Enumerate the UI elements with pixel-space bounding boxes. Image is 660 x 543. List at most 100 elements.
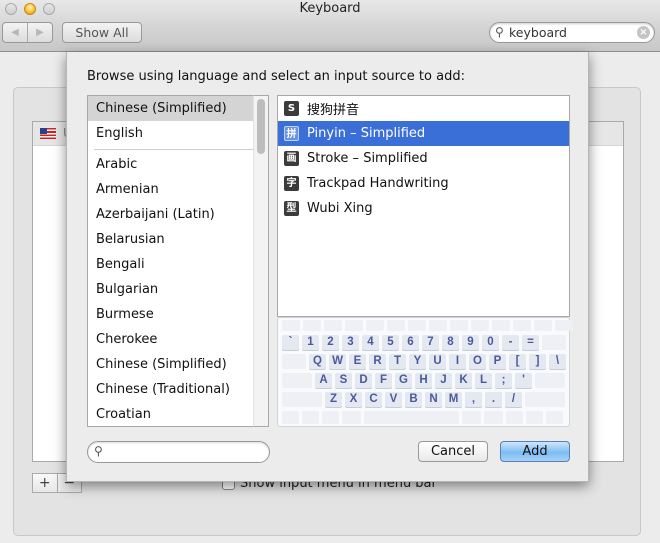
language-item[interactable]: Azerbaijani (Latin) bbox=[88, 202, 268, 227]
preferences-search-value[interactable]: keyboard bbox=[509, 25, 567, 40]
keyboard-key bbox=[282, 392, 322, 407]
keyboard-key: 1 bbox=[302, 335, 319, 350]
keyboard-key: 0 bbox=[482, 335, 499, 350]
keyboard-key: W bbox=[329, 354, 346, 369]
language-item[interactable]: Croatian bbox=[88, 402, 268, 426]
keyboard-key: 5 bbox=[382, 335, 399, 350]
keyboard-key: N bbox=[425, 392, 442, 407]
keyboard-key: 8 bbox=[442, 335, 459, 350]
keyboard-key bbox=[526, 411, 543, 424]
language-item[interactable]: English bbox=[88, 121, 268, 146]
sogou-icon: S bbox=[284, 101, 299, 116]
keyboard-key bbox=[302, 411, 319, 424]
keyboard-key: ' bbox=[515, 373, 532, 388]
back-forward-control: ◀ ▶ bbox=[2, 22, 53, 43]
keyboard-key: A bbox=[315, 373, 332, 388]
keyboard-row: Z X C V B N M,. / bbox=[282, 392, 565, 407]
keyboard-key bbox=[535, 373, 565, 388]
language-item[interactable]: Cherokee bbox=[88, 327, 268, 352]
keyboard-key: ` bbox=[282, 335, 299, 350]
add-input-source-button[interactable]: + bbox=[33, 474, 58, 492]
keyboard-key bbox=[513, 320, 531, 331]
keyboard-key: B bbox=[405, 392, 422, 407]
keyboard-key: 9 bbox=[462, 335, 479, 350]
keyboard-key: U bbox=[429, 354, 446, 369]
keyboard-row: ` 1 2 3 4 5 6 7 8 9 0- = bbox=[282, 335, 566, 350]
cancel-button[interactable]: Cancel bbox=[418, 441, 488, 462]
pinyin-icon: 拼 bbox=[284, 126, 299, 141]
keyboard-key: S bbox=[335, 373, 352, 388]
keyboard-key: I bbox=[449, 354, 466, 369]
keyboard-key bbox=[471, 320, 489, 331]
keyboard-key: P bbox=[489, 354, 506, 369]
input-source-label: 搜狗拼音 bbox=[307, 103, 360, 118]
keyboard-key bbox=[542, 335, 566, 350]
chevron-left-icon[interactable]: ◀ bbox=[3, 23, 28, 42]
input-source-label: Pinyin – Simplified bbox=[307, 126, 426, 141]
keyboard-key: D bbox=[355, 373, 372, 388]
keyboard-key: E bbox=[349, 354, 366, 369]
keyboard-key: T bbox=[389, 354, 406, 369]
keyboard-key bbox=[322, 411, 339, 424]
keyboard-row: A S D F G H J K L; ' bbox=[282, 373, 565, 388]
keyboard-key: \ bbox=[549, 354, 566, 369]
chevron-right-icon[interactable]: ▶ bbox=[28, 23, 52, 42]
keyboard-key: Q bbox=[309, 354, 326, 369]
input-source-label: Trackpad Handwriting bbox=[307, 176, 449, 191]
keyboard-key: 3 bbox=[342, 335, 359, 350]
keyboard-key: 4 bbox=[362, 335, 379, 350]
scrollbar-thumb[interactable] bbox=[257, 99, 265, 154]
keyboard-key bbox=[534, 320, 552, 331]
language-list-scrollbar[interactable] bbox=[253, 95, 269, 427]
input-source-item-selected[interactable]: 拼 Pinyin – Simplified bbox=[278, 121, 569, 146]
handwriting-icon: 字 bbox=[284, 176, 299, 191]
keyboard-key: = bbox=[522, 335, 539, 350]
keyboard-key: [ bbox=[509, 354, 526, 369]
language-item[interactable]: Chinese (Traditional) bbox=[88, 377, 268, 402]
add-button[interactable]: Add bbox=[500, 441, 570, 462]
language-item[interactable]: Bengali bbox=[88, 252, 268, 277]
keyboard-key: 7 bbox=[422, 335, 439, 350]
keyboard-key: G bbox=[395, 373, 412, 388]
show-all-button[interactable]: Show All bbox=[62, 22, 142, 43]
keyboard-layout-preview: ` 1 2 3 4 5 6 7 8 9 0- = Q W E R T Y U I O P[] \ A S D F G H J K L; ' Z X C… bbox=[277, 317, 573, 427]
language-item-selected[interactable]: Chinese (Simplified) bbox=[88, 96, 268, 121]
keyboard-row bbox=[282, 411, 563, 424]
keyboard-key: . bbox=[485, 392, 502, 407]
keyboard-key: 2 bbox=[322, 335, 339, 350]
list-separator bbox=[94, 149, 262, 150]
keyboard-key bbox=[366, 320, 384, 331]
preferences-search-field[interactable]: ⚲ keyboard × bbox=[489, 22, 655, 43]
window-toolbar: Keyboard ◀ ▶ Show All ⚲ keyboard × bbox=[0, 0, 660, 52]
add-input-source-sheet: Browse using language and select an inpu… bbox=[66, 52, 589, 482]
keyboard-key: ; bbox=[495, 373, 512, 388]
language-item[interactable]: Chinese (Simplified) bbox=[88, 352, 268, 377]
input-source-item[interactable]: 画 Stroke – Simplified bbox=[278, 146, 569, 171]
keyboard-key bbox=[429, 320, 447, 331]
input-source-list[interactable]: S 搜狗拼音 拼 Pinyin – Simplified 画 Stroke – … bbox=[277, 95, 570, 317]
language-item[interactable]: Belarusian bbox=[88, 227, 268, 252]
keyboard-key: Z bbox=[325, 392, 342, 407]
keyboard-key: H bbox=[415, 373, 432, 388]
keyboard-key bbox=[387, 320, 405, 331]
keyboard-key: F bbox=[375, 373, 392, 388]
language-item[interactable]: Burmese bbox=[88, 302, 268, 327]
keyboard-key: Y bbox=[409, 354, 426, 369]
input-source-item[interactable]: 型 Wubi Xing bbox=[278, 196, 569, 221]
keyboard-key: X bbox=[345, 392, 362, 407]
keyboard-key bbox=[546, 411, 563, 424]
language-search-field[interactable]: ⚲ bbox=[87, 441, 270, 463]
keyboard-key: - bbox=[502, 335, 519, 350]
stroke-icon: 画 bbox=[284, 151, 299, 166]
input-source-label: Stroke – Simplified bbox=[307, 151, 428, 166]
input-source-item[interactable]: S 搜狗拼音 bbox=[278, 96, 569, 121]
sheet-prompt: Browse using language and select an inpu… bbox=[87, 69, 465, 84]
language-list[interactable]: Chinese (Simplified) English Arabic Arme… bbox=[87, 95, 269, 427]
language-item[interactable]: Bulgarian bbox=[88, 277, 268, 302]
language-item[interactable]: Armenian bbox=[88, 177, 268, 202]
magnifier-icon: ⚲ bbox=[495, 25, 504, 39]
input-source-item[interactable]: 字 Trackpad Handwriting bbox=[278, 171, 569, 196]
keyboard-key bbox=[324, 320, 342, 331]
clear-icon[interactable]: × bbox=[637, 26, 650, 39]
language-item[interactable]: Arabic bbox=[88, 152, 268, 177]
